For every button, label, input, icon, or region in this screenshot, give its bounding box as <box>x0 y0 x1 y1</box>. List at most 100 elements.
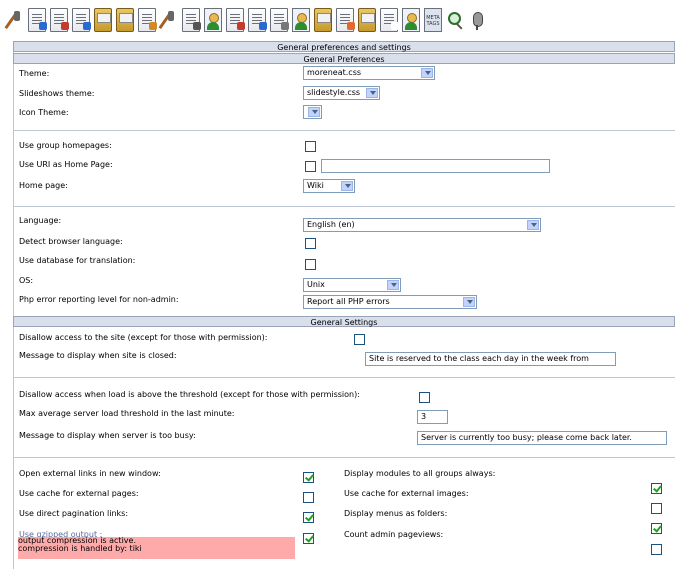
disallow-label: Disallow access to the site (except for … <box>19 333 268 342</box>
divider <box>13 206 675 207</box>
detect-lang-label: Detect browser language: <box>19 237 123 246</box>
list-icon[interactable] <box>182 8 201 32</box>
slideshow-row: Slideshows theme: slidestyle.css <box>13 84 675 104</box>
detect-lang-checkbox[interactable] <box>305 238 316 249</box>
chevron-down-icon <box>463 297 475 307</box>
page-icon[interactable] <box>28 8 47 32</box>
os-row: OS: Unix <box>13 271 675 292</box>
disallow-load-row: Disallow access when load is above the t… <box>13 385 675 405</box>
busy-msg-row: Message to display when server is too bu… <box>13 426 675 446</box>
folder-open-icon[interactable] <box>116 8 134 32</box>
uri-home-input[interactable] <box>321 159 550 173</box>
max-load-input[interactable]: 3 <box>417 410 448 424</box>
home-page-select[interactable]: Wiki <box>303 179 355 193</box>
chevron-down-icon <box>421 68 433 78</box>
group-home-label: Use group homepages: <box>19 141 112 150</box>
divider <box>13 130 675 131</box>
cache-pages-checkbox[interactable] <box>303 492 314 503</box>
home-page-value: Wiki <box>307 181 324 190</box>
chevron-down-icon <box>341 181 353 191</box>
document-blue-icon[interactable] <box>248 8 267 32</box>
option-row: Use cache for external pages: Use cache … <box>13 484 675 514</box>
max-load-row: Max average server load threshold in the… <box>13 404 675 424</box>
slideshow-label: Slideshows theme: <box>19 89 95 98</box>
busy-msg-input[interactable]: Server is currently too busy; please com… <box>417 431 667 445</box>
chevron-down-icon <box>366 88 378 98</box>
display-modules-label: Display modules to all groups always: <box>344 469 496 478</box>
disallow-checkbox[interactable] <box>354 334 365 345</box>
admin-toolbar: META TAGS <box>6 6 490 34</box>
chevron-down-icon <box>308 107 320 117</box>
document-plain-icon[interactable] <box>380 8 399 32</box>
disallow-row: Disallow access to the site (except for … <box>13 328 675 348</box>
os-value: Unix <box>307 280 325 289</box>
meta-tags-icon[interactable]: META TAGS <box>424 8 442 32</box>
preferences-header: General Preferences <box>13 53 675 64</box>
count-admin-checkbox[interactable] <box>651 544 662 555</box>
open-external-label: Open external links in new window: <box>19 469 161 478</box>
slideshow-value: slidestyle.css <box>307 88 361 97</box>
document-icon[interactable] <box>72 8 91 32</box>
cache-pages-label: Use cache for external pages: <box>19 489 139 498</box>
cache-images-label: Use cache for external images: <box>344 489 469 498</box>
language-row: Language: English (en) <box>13 211 675 232</box>
busy-msg-label: Message to display when server is too bu… <box>19 431 196 440</box>
disallow-load-label: Disallow access when load is above the t… <box>19 390 360 399</box>
detect-lang-row: Detect browser language: <box>13 232 675 252</box>
theme-row: Theme: moreneat.css <box>13 64 675 84</box>
group-home-row: Use group homepages: <box>13 136 675 156</box>
search-icon[interactable] <box>446 8 464 32</box>
folder-green-icon[interactable] <box>358 8 376 32</box>
closed-msg-input[interactable]: Site is reserved to the class each day i… <box>365 352 616 366</box>
edit-doc-icon[interactable] <box>160 8 178 32</box>
menus-folders-label: Display menus as folders: <box>344 509 448 518</box>
theme-label: Theme: <box>19 69 50 78</box>
gzip-checkbox[interactable] <box>303 533 314 544</box>
language-label: Language: <box>19 216 62 225</box>
document-red-icon[interactable] <box>226 8 245 32</box>
uri-home-label: Use URI as Home Page: <box>19 160 113 169</box>
folder-icon[interactable] <box>94 8 112 32</box>
home-page-row: Home page: Wiki <box>13 176 675 196</box>
php-error-select[interactable]: Report all PHP errors <box>303 295 477 309</box>
settings-header: General Settings <box>13 316 675 327</box>
gzip-status-box: output compression is active. compressio… <box>18 537 295 559</box>
users-icon[interactable] <box>292 8 310 32</box>
main-header: General preferences and settings <box>13 41 675 52</box>
uri-home-checkbox[interactable] <box>305 161 316 172</box>
document-orange-icon[interactable] <box>336 8 355 32</box>
group-home-checkbox[interactable] <box>305 141 316 152</box>
tools-icon[interactable] <box>6 8 24 32</box>
theme-select[interactable]: moreneat.css <box>303 66 435 80</box>
disallow-load-checkbox[interactable] <box>419 392 430 403</box>
chevron-down-icon <box>387 280 399 290</box>
divider <box>13 377 675 378</box>
language-value: English (en) <box>307 220 355 229</box>
user-add-icon[interactable] <box>402 8 420 32</box>
php-error-label: Php error reporting level for non-admin: <box>19 295 179 304</box>
php-error-row: Php error reporting level for non-admin:… <box>13 290 675 310</box>
slideshow-select[interactable]: slidestyle.css <box>303 86 380 100</box>
uri-home-row: Use URI as Home Page: <box>13 155 675 175</box>
open-external-checkbox[interactable] <box>303 472 314 483</box>
export-icon[interactable] <box>50 8 69 32</box>
frame-icon[interactable] <box>270 8 289 32</box>
os-label: OS: <box>19 276 34 285</box>
icon-theme-row: Icon Theme: <box>13 103 675 123</box>
db-translation-checkbox[interactable] <box>305 259 316 270</box>
gzip-status-line2: compression is handled by: tiki <box>18 544 142 553</box>
microphone-icon[interactable] <box>468 8 486 32</box>
count-admin-label: Count admin pageviews: <box>344 530 444 539</box>
folder-user-icon[interactable] <box>314 8 332 32</box>
language-select[interactable]: English (en) <box>303 218 541 232</box>
icon-theme-select[interactable] <box>303 105 322 119</box>
pagination-checkbox[interactable] <box>303 512 314 523</box>
max-load-label: Max average server load threshold in the… <box>19 409 235 418</box>
home-page-label: Home page: <box>19 181 68 190</box>
option-row: Use direct pagination links: Display men… <box>13 504 675 534</box>
pagination-label: Use direct pagination links: <box>19 509 129 518</box>
user-icon[interactable] <box>204 8 222 32</box>
edit-icon[interactable] <box>138 8 157 32</box>
closed-msg-label: Message to display when site is closed: <box>19 351 177 360</box>
option-row: Open external links in new window: Displ… <box>13 464 675 494</box>
